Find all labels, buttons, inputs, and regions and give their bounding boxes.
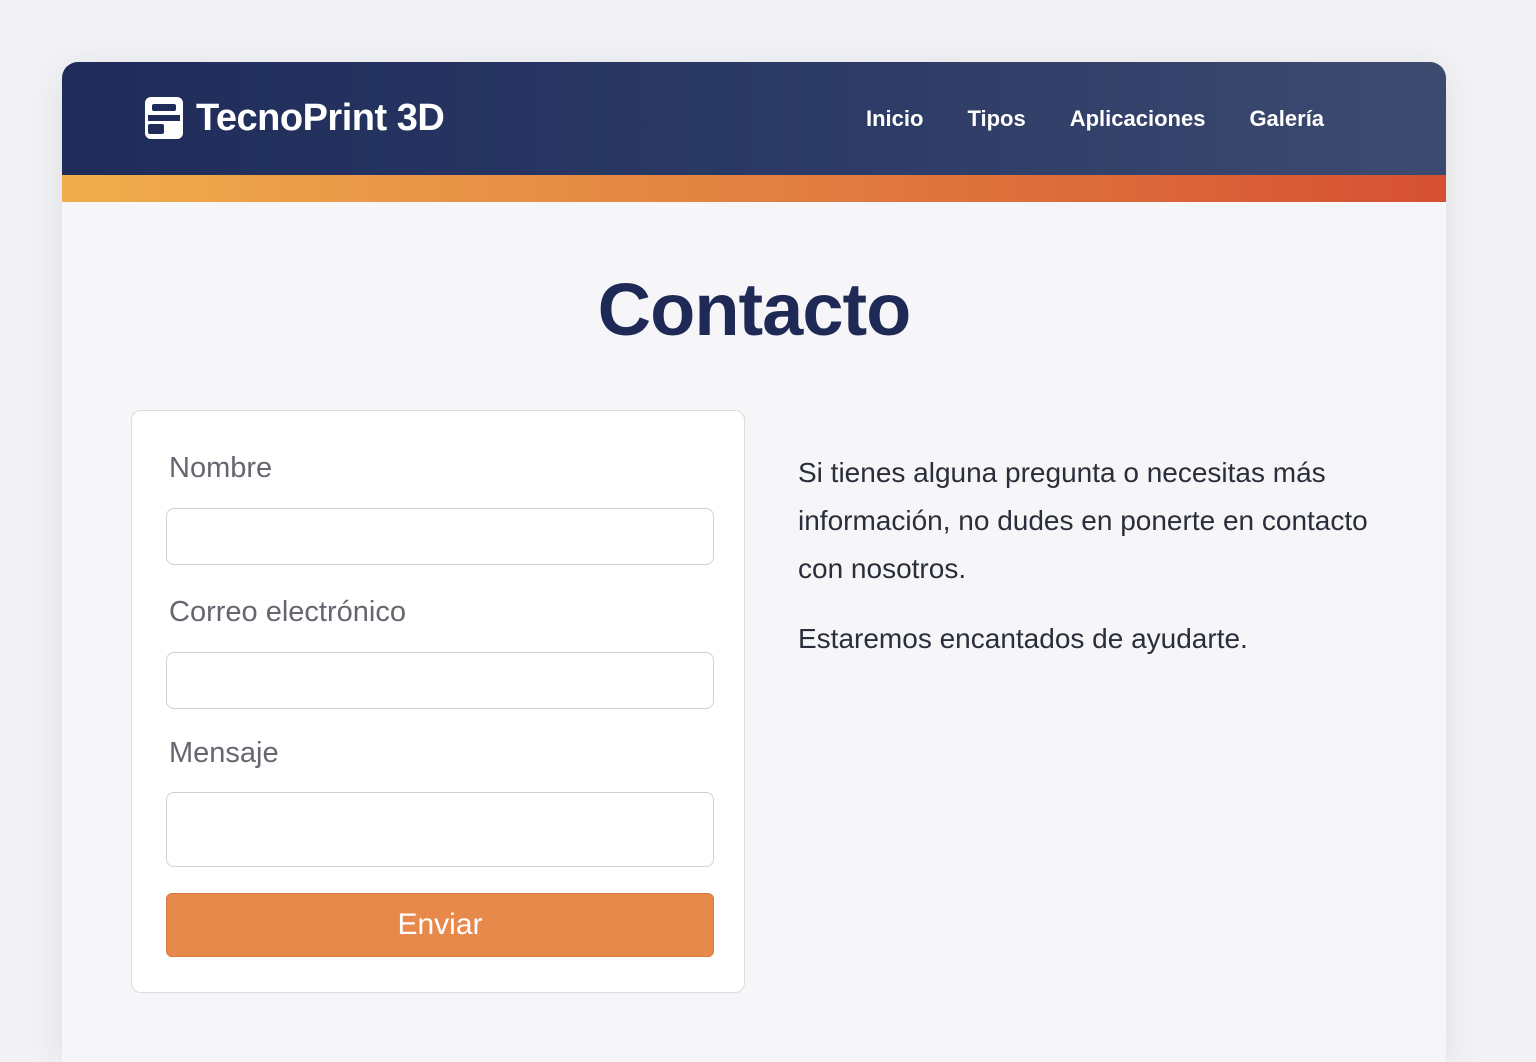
site-header: TecnoPrint 3D Inicio Tipos Aplicaciones … bbox=[62, 62, 1446, 175]
email-field[interactable] bbox=[166, 652, 714, 709]
contact-info: Si tienes alguna pregunta o necesitas má… bbox=[798, 449, 1378, 663]
info-closing: Estaremos encantados de ayudarte. bbox=[798, 623, 1248, 654]
message-field[interactable] bbox=[166, 792, 714, 867]
email-label: Correo electrónico bbox=[169, 596, 406, 628]
nav-item-aplicaciones[interactable]: Aplicaciones bbox=[1070, 106, 1206, 132]
brand-logo-link[interactable]: TecnoPrint 3D bbox=[144, 96, 445, 140]
browser-page: TecnoPrint 3D Inicio Tipos Aplicaciones … bbox=[62, 62, 1446, 1062]
brand-name: TecnoPrint 3D bbox=[196, 96, 445, 139]
printer-logo-icon bbox=[144, 96, 184, 140]
name-field[interactable] bbox=[166, 508, 714, 565]
message-label: Mensaje bbox=[169, 737, 279, 769]
nav-item-inicio[interactable]: Inicio bbox=[866, 106, 923, 132]
name-label: Nombre bbox=[169, 452, 273, 484]
submit-button[interactable]: Enviar bbox=[166, 893, 714, 957]
contact-form: Nombre Correo electrónico Mensaje Enviar bbox=[131, 410, 745, 993]
info-paragraph: Si tienes alguna pregunta o necesitas má… bbox=[798, 457, 1368, 584]
nav-item-galeria[interactable]: Galería bbox=[1249, 106, 1324, 132]
main-nav: Inicio Tipos Aplicaciones Galería bbox=[866, 106, 1368, 132]
header-accent-stripe bbox=[62, 175, 1446, 202]
page-title: Contacto bbox=[597, 268, 912, 351]
nav-item-tipos[interactable]: Tipos bbox=[967, 106, 1025, 132]
